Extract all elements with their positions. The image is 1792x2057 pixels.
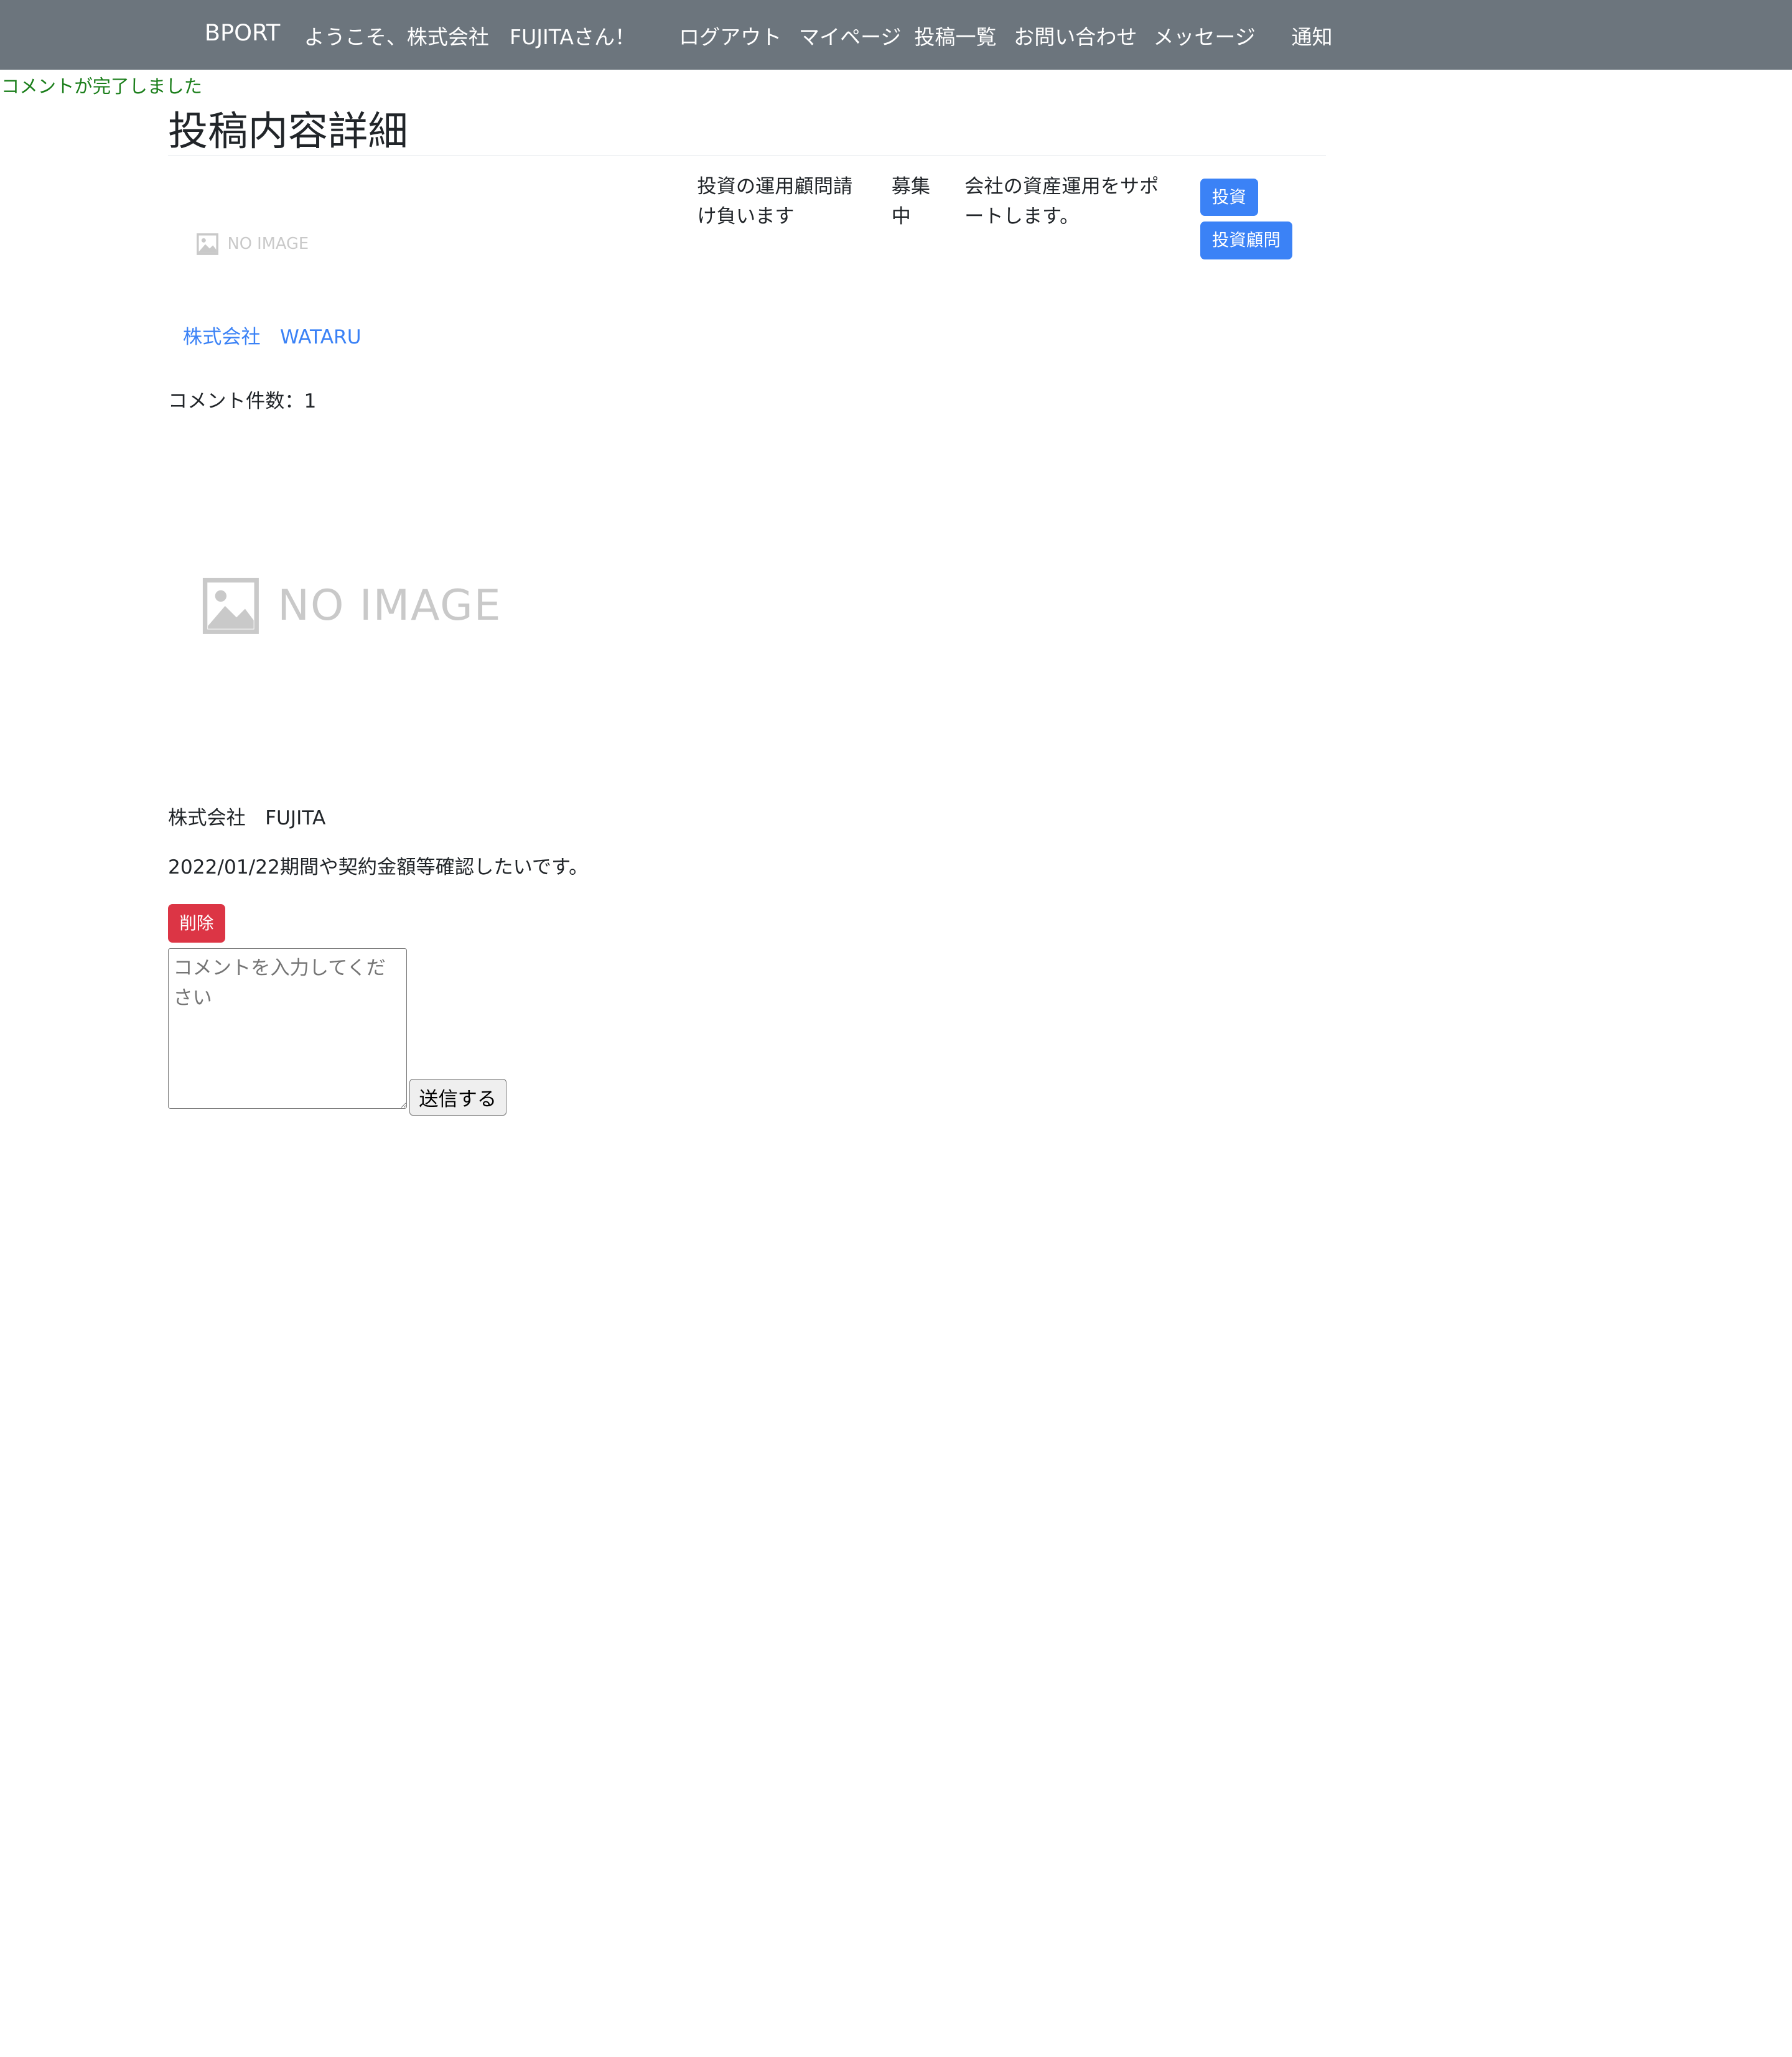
nav-messages[interactable]: メッセージ <box>1153 21 1256 50</box>
page: BPORT ようこそ、株式会社 FUJITAさん！ ログアウト マイページ 投稿… <box>0 0 1792 2057</box>
tag-investment-advisory[interactable]: 投資顧問 <box>1200 222 1293 259</box>
no-image-label: NO IMAGE <box>227 235 309 254</box>
comment-body: 2022/01/22期間や契約金額等確認したいです。 <box>167 856 589 879</box>
comment-author-image: NO IMAGE <box>202 577 502 635</box>
comment-author: 株式会社 FUJITA <box>167 807 326 830</box>
page-title: 投稿内容詳細 <box>167 108 408 155</box>
image-placeholder-icon <box>196 233 218 255</box>
post-image: NO IMAGE <box>196 233 309 255</box>
nav-notifications[interactable]: 通知 <box>1291 21 1332 50</box>
delete-button[interactable]: 削除 <box>167 903 225 943</box>
post-description: 会社の資産運用をサポートします。 <box>964 175 1159 228</box>
tag-investment[interactable]: 投資 <box>1200 178 1259 217</box>
nav-posts[interactable]: 投稿一覧 <box>914 21 996 50</box>
comment-input[interactable] <box>167 948 407 1109</box>
nav-mypage[interactable]: マイページ <box>799 21 902 50</box>
comment-count: コメント件数：1 <box>167 389 317 413</box>
flash-message: コメントが完了しました <box>1 75 202 97</box>
post-title: 投資の運用顧問請け負います <box>697 175 853 228</box>
image-placeholder-icon <box>203 577 259 634</box>
no-image-label: NO IMAGE <box>278 581 502 630</box>
navbar: BPORT ようこそ、株式会社 FUJITAさん！ ログアウト マイページ 投稿… <box>0 0 1792 70</box>
brand-link[interactable]: BPORT <box>205 19 281 46</box>
submit-button[interactable]: 送信する <box>409 1078 506 1116</box>
nav-logout[interactable]: ログアウト <box>679 21 782 50</box>
welcome-text: ようこそ、株式会社 FUJITAさん！ <box>304 25 636 50</box>
nav-contact[interactable]: お問い合わせ <box>1014 21 1137 50</box>
post-status: 募集中 <box>891 175 931 228</box>
company-link[interactable]: 株式会社 WATARU <box>183 321 362 349</box>
